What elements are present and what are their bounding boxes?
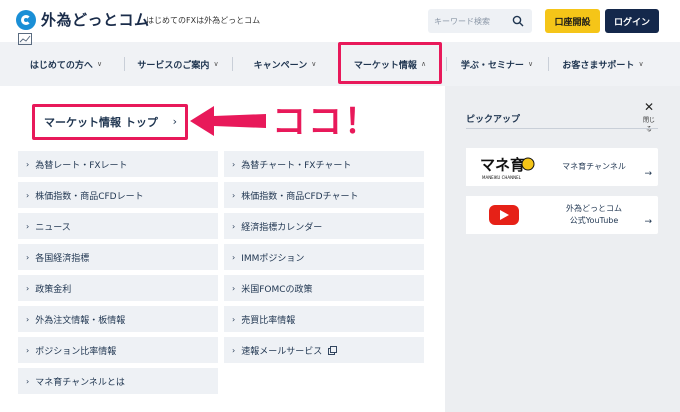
- youtube-thumb: [466, 196, 542, 234]
- link-label: IMMポジション: [241, 253, 305, 264]
- link-label: 為替レート・FXレート: [35, 160, 128, 171]
- search-input[interactable]: [434, 9, 510, 33]
- link-label: 売買比率情報: [241, 315, 296, 326]
- link-label: マネ育チャンネルとは: [35, 377, 125, 388]
- link-maneiku-about[interactable]: › マネ育チャンネルとは: [18, 368, 218, 394]
- chevron-right-icon: ›: [26, 345, 30, 355]
- maneiku-logo-text: マネ育: [480, 156, 525, 174]
- market-top-label: マーケット情報 トップ: [44, 116, 158, 129]
- link-label: ニュース: [35, 222, 71, 233]
- link-economic-calendar[interactable]: › 経済指標カレンダー: [224, 213, 424, 239]
- nav-item-label: 学ぶ・セミナー: [460, 60, 524, 71]
- link-label: 速報メールサービス: [241, 346, 323, 357]
- chevron-right-icon: ›: [26, 376, 30, 386]
- nav-item-beginners[interactable]: はじめての方へ ∨: [8, 42, 124, 86]
- pickup-card-label-line2: 公式YouTube: [569, 216, 619, 225]
- nav-item-label: サービスのご案内: [137, 60, 210, 71]
- chevron-right-icon: ›: [232, 190, 236, 200]
- link-label: ポジション比率情報: [35, 346, 117, 357]
- chevron-right-icon: ›: [26, 221, 30, 231]
- link-fx-rate[interactable]: › 為替レート・FXレート: [18, 151, 218, 177]
- chevron-right-icon: ›: [26, 283, 30, 293]
- pickup-card-label-line1: 外為どっとコム: [566, 204, 622, 213]
- pickup-card-label: マネ育チャンネル: [562, 162, 626, 171]
- link-label: 株価指数・商品CFDレート: [35, 191, 144, 202]
- site-header: 外為どっとコム はじめてのFXは外為どっとコム 口座開設 ログイン: [0, 0, 680, 42]
- tagline: はじめてのFXは外為どっとコム: [146, 16, 261, 25]
- link-order-book[interactable]: › 外為注文情報・板情報: [18, 306, 218, 332]
- pickup-title: ピックアップ: [466, 115, 521, 125]
- link-label: 各国経済指標: [35, 253, 90, 264]
- market-top-link[interactable]: マーケット情報 トップ ›: [32, 104, 188, 140]
- nav-item-support[interactable]: お客さまサポート ∨: [548, 42, 658, 86]
- chevron-right-icon: ›: [232, 159, 236, 169]
- chevron-right-icon: ›: [232, 221, 236, 231]
- pickup-sidebar: [445, 86, 680, 412]
- pickup-card-label: 外為どっとコム 公式YouTube: [548, 196, 640, 234]
- pickup-divider: [466, 128, 658, 129]
- link-label: 米国FOMCの政策: [241, 284, 313, 295]
- open-account-button[interactable]: 口座開設: [545, 9, 600, 33]
- annotation-text: ココ！: [272, 102, 380, 142]
- search-box: [428, 9, 532, 33]
- chevron-down-icon: ∨: [213, 60, 219, 68]
- chevron-right-icon: ›: [26, 159, 30, 169]
- close-button[interactable]: ✕ 閉じる: [641, 96, 657, 133]
- pointer-arrow-icon: [190, 106, 266, 136]
- arrow-right-icon: →: [644, 217, 652, 227]
- link-label: 経済指標カレンダー: [241, 222, 323, 233]
- nav-item-campaign[interactable]: キャンペーン ∨: [232, 42, 338, 86]
- chevron-down-icon: ∨: [527, 60, 534, 68]
- logo-icon: [16, 9, 36, 30]
- link-cfd-chart[interactable]: › 株価指数・商品CFDチャート: [224, 182, 424, 208]
- link-position-ratio[interactable]: › ポジション比率情報: [18, 337, 218, 363]
- link-label: 外為注文情報・板情報: [35, 315, 126, 326]
- link-fx-chart[interactable]: › 為替チャート・FXチャート: [224, 151, 424, 177]
- chevron-right-icon: ›: [26, 252, 30, 262]
- maneiku-logo-sub: MANEIKU CHANNEL: [482, 175, 522, 180]
- chevron-right-icon: ›: [26, 314, 30, 324]
- chevron-right-icon: ›: [232, 345, 236, 355]
- link-fomc[interactable]: › 米国FOMCの政策: [224, 275, 424, 301]
- nav-item-services[interactable]: サービスのご案内 ∨: [124, 42, 232, 86]
- chevron-right-icon: ›: [26, 190, 30, 200]
- site-logo[interactable]: 外為どっとコム: [16, 9, 150, 30]
- logo-text: 外為どっとコム: [41, 11, 150, 29]
- nav-item-label: はじめての方へ: [29, 60, 93, 71]
- link-label: 為替チャート・FXチャート: [241, 160, 352, 171]
- chevron-right-icon: ›: [232, 314, 236, 324]
- chevron-right-icon: ›: [232, 252, 236, 262]
- chevron-down-icon: ∨: [638, 60, 644, 68]
- chevron-right-icon: ›: [232, 283, 236, 293]
- link-mail-service[interactable]: › 速報メールサービス: [224, 337, 424, 363]
- close-label: 閉じる: [642, 117, 655, 133]
- link-imm-position[interactable]: › IMMポジション: [224, 244, 424, 270]
- chevron-down-icon: ∨: [311, 60, 317, 68]
- youtube-icon: [489, 205, 519, 225]
- external-link-icon: [328, 345, 338, 355]
- arrow-right-icon: →: [644, 169, 652, 179]
- nav-item-learn[interactable]: 学ぶ・セミナー ∨: [446, 42, 548, 86]
- search-icon[interactable]: [512, 15, 524, 27]
- nav-item-label: お客さまサポート: [562, 60, 635, 71]
- link-label: 株価指数・商品CFDチャート: [241, 191, 359, 202]
- maneiku-logo: マネ育 MANEIKU CHANNEL: [466, 148, 542, 186]
- chevron-right-icon: ›: [172, 115, 177, 128]
- link-trade-ratio[interactable]: › 売買比率情報: [224, 306, 424, 332]
- link-cfd-rate[interactable]: › 株価指数・商品CFDレート: [18, 182, 218, 208]
- link-economic-indicators[interactable]: › 各国経済指標: [18, 244, 218, 270]
- link-news[interactable]: › ニュース: [18, 213, 218, 239]
- nav-item-label: キャンペーン: [253, 60, 308, 71]
- pickup-card-youtube[interactable]: 外為どっとコム 公式YouTube →: [466, 196, 658, 234]
- login-button[interactable]: ログイン: [605, 9, 659, 33]
- nav-highlight-frame: [338, 42, 442, 84]
- link-label: 政策金利: [35, 284, 72, 295]
- pickup-card-maneiku[interactable]: マネ育 MANEIKU CHANNEL マネ育チャンネル →: [466, 148, 658, 186]
- chart-icon: [18, 33, 32, 45]
- chevron-down-icon: ∨: [96, 60, 103, 68]
- link-policy-rate[interactable]: › 政策金利: [18, 275, 218, 301]
- close-icon: ✕: [643, 100, 655, 114]
